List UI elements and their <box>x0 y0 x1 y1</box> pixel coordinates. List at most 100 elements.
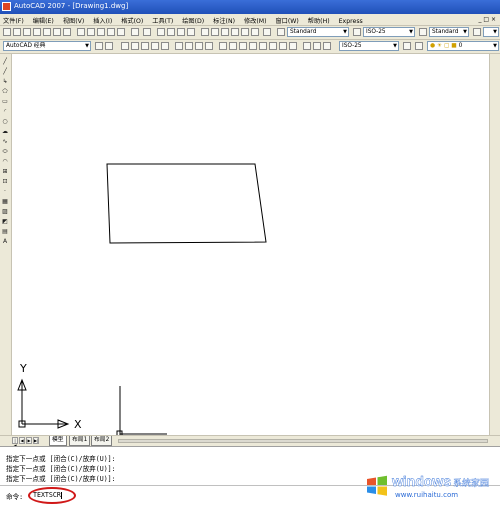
horizontal-scrollbar[interactable] <box>118 439 488 443</box>
undo-icon[interactable] <box>131 28 139 36</box>
first-tab-icon[interactable]: |◀ <box>12 437 18 448</box>
document-window-controls[interactable]: _ □ × <box>478 16 496 23</box>
menu-modify[interactable]: 修改(M) <box>244 18 267 25</box>
mleader-style-select[interactable]: ▼ <box>483 27 499 37</box>
redo-icon[interactable] <box>143 28 151 36</box>
3d-dwf-icon[interactable] <box>63 28 71 36</box>
menu-dimension[interactable]: 标注(N) <box>213 18 235 25</box>
menu-help[interactable]: 帮助(H) <box>308 18 330 25</box>
dim-space-icon[interactable] <box>239 42 247 50</box>
copy-icon[interactable] <box>87 28 95 36</box>
ellipse-icon[interactable]: ⬭ <box>1 148 9 155</box>
menu-view[interactable]: 视图(V) <box>63 18 84 25</box>
text-style-select[interactable]: Standard ▼ <box>287 27 349 37</box>
revision-cloud-icon[interactable]: ☁ <box>1 128 9 135</box>
dim-jogged-icon[interactable] <box>175 42 183 50</box>
drawn-quadrilateral[interactable] <box>106 163 267 244</box>
ellipse-arc-icon[interactable]: ◠ <box>1 158 9 165</box>
vertical-scrollbar[interactable] <box>489 54 500 435</box>
dim-edit-icon[interactable] <box>303 42 311 50</box>
new-icon[interactable] <box>3 28 11 36</box>
multiline-text-icon[interactable]: A <box>1 238 9 245</box>
circle-icon[interactable]: ○ <box>1 118 9 125</box>
autocad-app-icon[interactable] <box>2 2 11 11</box>
table-style-select[interactable]: Standard ▼ <box>429 27 469 37</box>
dim-ordinate-icon[interactable] <box>151 42 159 50</box>
open-icon[interactable] <box>13 28 21 36</box>
drawing-canvas[interactable]: Y X <box>12 54 488 435</box>
polygon-icon[interactable]: ⬠ <box>1 88 9 95</box>
ml-style-icon[interactable] <box>473 28 481 36</box>
menu-edit[interactable]: 编辑(E) <box>33 18 54 25</box>
center-mark-icon[interactable] <box>269 42 277 50</box>
sheet-set-icon[interactable] <box>231 28 239 36</box>
tab-layout2[interactable]: 布局2 <box>91 436 113 446</box>
inspection-icon[interactable] <box>279 42 287 50</box>
zoom-window-icon[interactable] <box>177 28 185 36</box>
region-icon[interactable]: ◩ <box>1 218 9 225</box>
publish-icon[interactable] <box>53 28 61 36</box>
hatch-icon[interactable]: ▦ <box>1 198 9 205</box>
table-style-icon[interactable] <box>419 28 427 36</box>
insert-block-icon[interactable]: ⊞ <box>1 168 9 175</box>
tool-palettes-icon[interactable] <box>221 28 229 36</box>
dim-baseline-icon[interactable] <box>219 42 227 50</box>
dim-arc-icon[interactable] <box>141 42 149 50</box>
zoom-previous-icon[interactable] <box>187 28 195 36</box>
pan-icon[interactable] <box>157 28 165 36</box>
menu-tools[interactable]: 工具(T) <box>152 18 173 25</box>
workspace-select[interactable]: AutoCAD 经典 ▼ <box>3 41 91 51</box>
table-icon[interactable]: ▤ <box>1 228 9 235</box>
help-icon[interactable] <box>263 28 271 36</box>
make-block-icon[interactable]: ⊡ <box>1 178 9 185</box>
arc-icon[interactable]: ◜ <box>1 108 9 115</box>
print-icon[interactable] <box>33 28 41 36</box>
jogged-linear-icon[interactable] <box>289 42 297 50</box>
design-center-icon[interactable] <box>211 28 219 36</box>
construction-line-icon[interactable]: ╱ <box>1 68 9 75</box>
last-tab-icon[interactable]: ▶| <box>33 437 39 444</box>
dim-diameter-icon[interactable] <box>185 42 193 50</box>
workspace-settings-icon[interactable] <box>95 42 103 50</box>
rectangle-icon[interactable]: ▭ <box>1 98 9 105</box>
layer-manager-icon[interactable] <box>415 42 423 50</box>
preview-icon[interactable] <box>43 28 51 36</box>
dim-style-select[interactable]: ISO-25 ▼ <box>363 27 415 37</box>
dim-text-edit-icon[interactable] <box>313 42 321 50</box>
menu-insert[interactable]: 插入(I) <box>93 18 112 25</box>
menu-format[interactable]: 格式(O) <box>121 18 143 25</box>
menu-draw[interactable]: 绘图(D) <box>182 18 204 25</box>
menu-file[interactable]: 文件(F) <box>3 18 24 25</box>
text-style-icon[interactable] <box>277 28 285 36</box>
gradient-icon[interactable]: ▨ <box>1 208 9 215</box>
cut-icon[interactable] <box>77 28 85 36</box>
save-icon[interactable] <box>23 28 31 36</box>
block-editor-icon[interactable] <box>117 28 125 36</box>
dim-aligned-icon[interactable] <box>131 42 139 50</box>
layer-select[interactable]: ● ☀ ▢ ■ 0 ▼ <box>427 41 499 51</box>
dim-linear-icon[interactable] <box>121 42 129 50</box>
dim-style-icon[interactable] <box>353 28 361 36</box>
match-properties-icon[interactable] <box>107 28 115 36</box>
dim-angular-icon[interactable] <box>195 42 203 50</box>
dim-continue-icon[interactable] <box>229 42 237 50</box>
spline-icon[interactable]: ∿ <box>1 138 9 145</box>
paste-icon[interactable] <box>97 28 105 36</box>
tolerance-icon[interactable] <box>259 42 267 50</box>
tab-model[interactable]: 模型 <box>49 436 67 446</box>
zoom-realtime-icon[interactable] <box>167 28 175 36</box>
dim-radius-icon[interactable] <box>161 42 169 50</box>
polyline-icon[interactable]: ↳ <box>1 78 9 85</box>
calculator-icon[interactable] <box>251 28 259 36</box>
menu-express[interactable]: Express <box>339 18 363 25</box>
save-workspace-icon[interactable] <box>105 42 113 50</box>
menu-window[interactable]: 窗口(W) <box>276 18 299 25</box>
properties-icon[interactable] <box>201 28 209 36</box>
dim-style-manager-icon[interactable] <box>403 42 411 50</box>
markup-icon[interactable] <box>241 28 249 36</box>
dim-update-icon[interactable] <box>323 42 331 50</box>
line-icon[interactable]: ╱ <box>1 58 9 65</box>
dim-break-icon[interactable] <box>249 42 257 50</box>
dim-style-select-2[interactable]: ISO-25 ▼ <box>339 41 399 51</box>
next-tab-icon[interactable]: ▶ <box>26 437 32 444</box>
